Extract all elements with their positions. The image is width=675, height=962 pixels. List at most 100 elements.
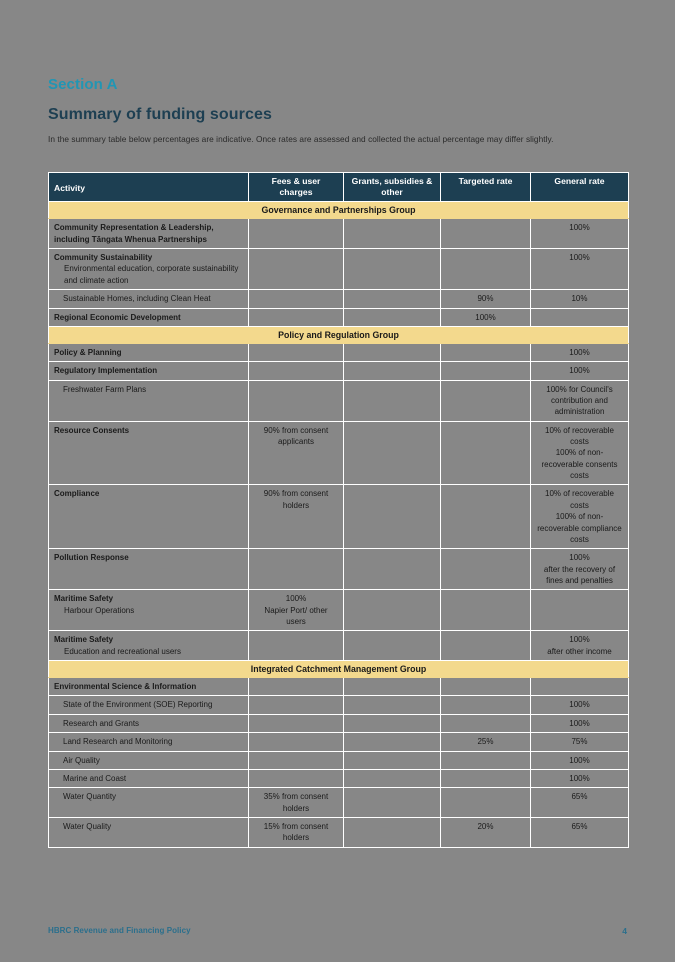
grants-cell [343,787,441,818]
table-row: Freshwater Farm Plans 100% for Council's … [48,379,629,422]
fees-cell [248,695,344,715]
table-row: Maritime Safety Harbour Operations 100% Nap… [48,589,629,632]
targeted-rate-cell: 90% [440,289,531,309]
activity-cell: Policy & Planning [48,342,249,363]
grants-cell [343,289,441,309]
grants-cell [343,342,441,363]
general-rate-cell: 10% of recoverable costs 100% of non-reco… [530,420,629,486]
footer-page-number: 4 [622,926,627,936]
table-row: Research and Grants 100% [48,713,629,734]
general-rate-cell: 100% [530,361,629,381]
general-rate-cell: 100% after the recovery of fines and pena… [530,548,629,591]
fees-cell [248,379,344,422]
grants-cell [343,307,441,327]
table-row: Marine and Coast 100% [48,768,629,789]
activity-cell: Environmental Science & Information [48,677,249,697]
fees-cell [248,732,344,752]
fees-cell [248,677,344,697]
fees-cell [248,750,344,770]
targeted-rate-cell: 25% [440,732,531,752]
general-rate-cell: 100% [530,750,629,770]
column-header-activity: Activity [48,171,249,203]
fees-cell [248,218,344,250]
activity-cell: Water Quality [48,817,249,848]
grants-cell [343,420,441,486]
general-rate-cell: 10% of recoverable costs 100% of non-reco… [530,484,629,550]
activity-cell: Community Sustainability Environmental ed… [48,248,249,291]
targeted-rate-cell [440,630,531,662]
targeted-rate-cell [440,361,531,381]
table-header-row: Activity Fees & user charges Grants, sub… [48,171,629,203]
funding-sources-table: Activity Fees & user charges Grants, sub… [48,171,629,848]
activity-cell: Land Research and Monitoring [48,732,249,752]
fees-cell [248,548,344,591]
general-rate-cell: 65% [530,817,629,848]
general-rate-cell: 100% [530,695,629,715]
table-row: State of the Environment (SOE) Reporting… [48,695,629,715]
activity-cell: Air Quality [48,750,249,770]
targeted-rate-cell [440,218,531,250]
grants-cell [343,361,441,381]
table-group-row: Policy and Regulation Group [48,325,629,344]
activity-cell: Freshwater Farm Plans [48,379,249,422]
fees-cell: 15% from consent holders [248,817,344,848]
general-rate-cell [530,589,629,632]
activity-cell: Water Quantity [48,787,249,818]
table-row: Community Sustainability Environmental ed… [48,248,629,291]
table-header: Activity Fees & user charges Grants, sub… [48,171,629,203]
grants-cell [343,548,441,591]
fees-cell [248,361,344,381]
general-rate-cell: 65% [530,787,629,818]
general-rate-cell: 100% [530,248,629,291]
column-header-general-rate: General rate [530,171,629,203]
grants-cell [343,750,441,770]
activity-subtitle: Education and recreational users [64,646,181,656]
fees-cell [248,307,344,327]
grants-cell [343,218,441,250]
grants-cell [343,379,441,422]
targeted-rate-cell: 100% [440,307,531,327]
targeted-rate-cell [440,379,531,422]
grants-cell [343,630,441,662]
group-title: Governance and Partnerships Group [48,201,629,220]
activity-cell: Compliance [48,484,249,550]
grants-cell [343,732,441,752]
general-rate-cell: 100% [530,713,629,734]
activity-cell: Community Representation & Leadership, i… [48,218,249,250]
grants-cell [343,248,441,291]
activity-cell: Pollution Response [48,548,249,591]
general-rate-cell: 100% after other income [530,630,629,662]
table-body: Governance and Partnerships Group Communi… [48,201,629,848]
section-label: Section A [48,76,118,93]
targeted-rate-cell [440,484,531,550]
column-header-targeted-rate: Targeted rate [440,171,531,203]
activity-cell: Research and Grants [48,713,249,734]
fees-cell [248,713,344,734]
table-row: Regional Economic Development 100% [48,307,629,327]
fees-cell: 90% from consent holders [248,484,344,550]
general-rate-cell: 100% for Council's contribution and admi… [530,379,629,422]
targeted-rate-cell [440,342,531,363]
fees-cell [248,248,344,291]
general-rate-cell: 75% [530,732,629,752]
general-rate-cell [530,307,629,327]
table-row: Maritime Safety Education and recreationa… [48,630,629,662]
grants-cell [343,817,441,848]
activity-cell: Maritime Safety Harbour Operations [48,589,249,632]
table-row: Water Quality 15% from consent holders 20%… [48,817,629,848]
table-row: Land Research and Monitoring 25% 75% [48,732,629,752]
page-title: Summary of funding sources [48,106,272,123]
table-row: Air Quality 100% [48,750,629,770]
table-row: Policy & Planning 100% [48,342,629,363]
grants-cell [343,484,441,550]
grants-cell [343,589,441,632]
targeted-rate-cell [440,713,531,734]
intro-paragraph: In the summary table below percentages a… [48,134,554,144]
fees-cell: 100% Napier Port/ other users [248,589,344,632]
activity-cell: State of the Environment (SOE) Reporting [48,695,249,715]
table-row: Regulatory Implementation 100% [48,361,629,381]
table-row: Compliance 90% from consent holders 10% of… [48,484,629,550]
fees-cell [248,342,344,363]
table-row: Water Quantity 35% from consent holders 65… [48,787,629,818]
activity-cell: Maritime Safety Education and recreationa… [48,630,249,662]
